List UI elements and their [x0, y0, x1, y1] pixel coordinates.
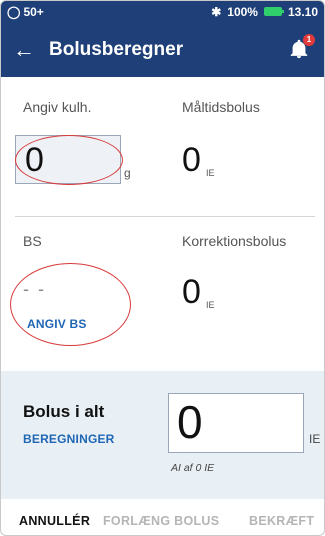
- battery-icon: [263, 7, 284, 16]
- battery-percent: 100%: [227, 4, 258, 19]
- carbs-unit: g: [124, 166, 131, 180]
- carbs-value[interactable]: 0: [25, 143, 44, 177]
- notification-bell-icon[interactable]: 1: [288, 33, 315, 62]
- highlight-oval-bg: [10, 263, 131, 346]
- bg-value: - -: [23, 279, 46, 299]
- device-frame: ◯ 50+ ✱ 100% 13.10 ← Bolusberegner 1 Ang…: [0, 0, 325, 536]
- calculations-link[interactable]: BEREGNINGER: [23, 432, 115, 446]
- enter-bg-button[interactable]: ANGIV BS: [27, 317, 87, 331]
- meal-bolus-unit: IE: [206, 168, 215, 178]
- extend-bolus-button[interactable]: FORLÆNG BOLUS: [103, 514, 219, 528]
- correction-bolus-label: Korrektionsbolus: [182, 233, 287, 249]
- total-bolus-label: Bolus i alt: [23, 402, 105, 421]
- back-arrow-icon[interactable]: ←: [13, 37, 45, 63]
- total-bolus-note: AI af 0 IE: [171, 462, 215, 474]
- page-title: Bolusberegner: [49, 38, 184, 60]
- status-right: ✱ 100% 13.10: [211, 5, 318, 19]
- total-bolus-unit: IE: [309, 432, 321, 446]
- bluetooth-icon: ✱: [211, 4, 222, 19]
- total-bolus-value[interactable]: 0: [177, 399, 203, 445]
- meal-bolus-value: 0: [182, 141, 201, 179]
- action-bar: ANNULLÉR FORLÆNG BOLUS BEKRÆFT: [1, 506, 324, 535]
- notification-badge: 1: [303, 33, 315, 46]
- bg-label: BS: [23, 233, 42, 249]
- confirm-button[interactable]: BEKRÆFT: [249, 514, 314, 528]
- status-bar: ◯ 50+ ✱ 100% 13.10: [1, 1, 324, 22]
- status-left: ◯ 50+: [7, 5, 44, 19]
- correction-bolus-unit: IE: [206, 300, 215, 310]
- cancel-button[interactable]: ANNULLÉR: [19, 514, 90, 528]
- meal-bolus-label: Måltidsbolus: [182, 99, 260, 115]
- phone-icon: ◯: [7, 4, 21, 19]
- carbs-label: Angiv kulh.: [23, 99, 92, 115]
- divider-top: [15, 216, 315, 217]
- correction-bolus-value: 0: [182, 273, 201, 311]
- clock: 13.10: [287, 4, 318, 19]
- status-left-text: 50+: [23, 4, 44, 19]
- app-bar: ← Bolusberegner 1: [1, 22, 324, 77]
